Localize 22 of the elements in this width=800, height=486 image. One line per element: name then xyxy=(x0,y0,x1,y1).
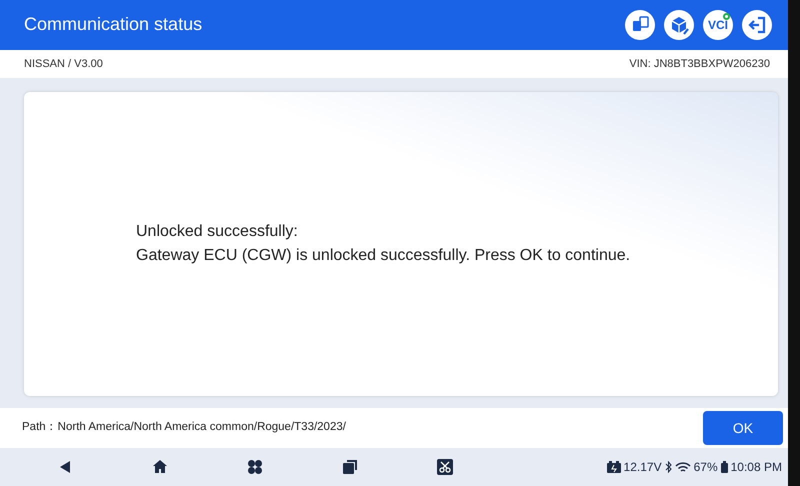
software-version: NISSAN / V3.00 xyxy=(24,56,103,72)
vin-text: VIN: JN8BT3BBXPW206230 xyxy=(629,56,770,72)
home-icon[interactable] xyxy=(151,458,169,476)
cube-icon[interactable] xyxy=(664,10,694,40)
recents-icon[interactable] xyxy=(341,458,359,476)
exit-icon[interactable] xyxy=(742,10,772,40)
vci-button[interactable]: VCI xyxy=(703,10,733,40)
ok-button[interactable]: OK xyxy=(703,411,783,445)
message-title: Unlocked successfully: xyxy=(136,222,299,242)
apps-icon[interactable] xyxy=(246,458,264,476)
bluetooth-icon xyxy=(664,461,672,473)
path-label: Path： xyxy=(22,420,58,436)
message-text: Gateway ECU (CGW) is unlocked successfully. Press OK to continue. xyxy=(136,246,632,266)
battery-percent: 67% xyxy=(694,459,718,476)
scissors-icon[interactable] xyxy=(436,458,454,476)
voltage-text: 12.17V xyxy=(624,459,662,476)
path-text: North America/North America common/Rogue/T33/2023/ xyxy=(58,420,346,436)
battery-icon xyxy=(720,461,728,473)
car-battery-icon xyxy=(606,461,621,473)
clock-text: 10:08 PM xyxy=(730,459,782,476)
screen-title: Communication status xyxy=(24,14,204,36)
wifi-icon xyxy=(674,461,691,473)
